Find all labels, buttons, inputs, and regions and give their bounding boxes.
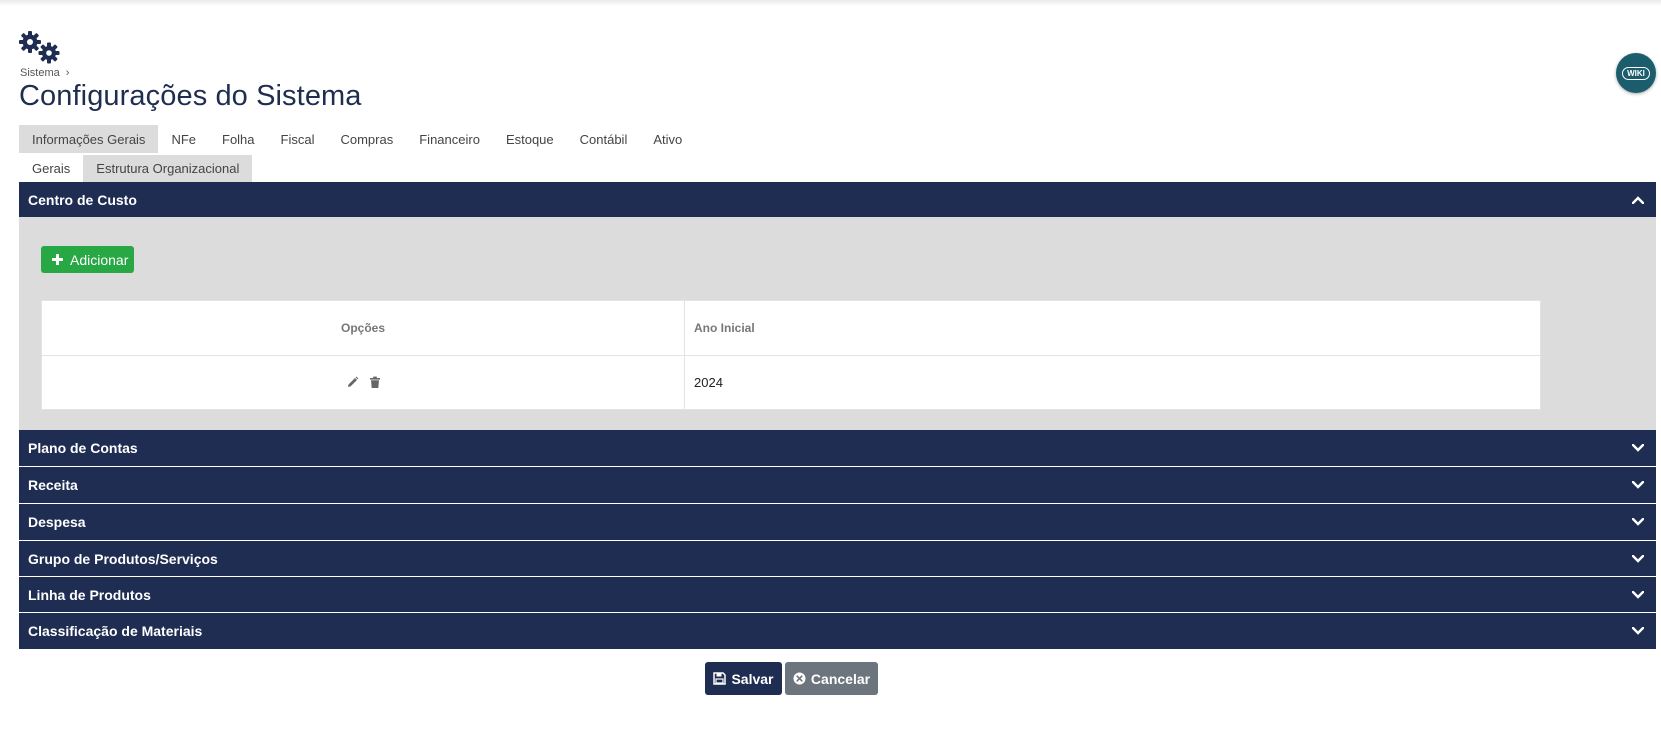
tab-folha[interactable]: Folha: [209, 125, 268, 153]
tab-estoque[interactable]: Estoque: [493, 125, 567, 153]
footer-actions: Salvar Cancelar: [705, 662, 878, 695]
accordion-title: Receita: [28, 477, 78, 493]
page-title: Configurações do Sistema: [19, 80, 362, 112]
gears-icon: [19, 31, 60, 64]
cancel-button[interactable]: Cancelar: [785, 662, 878, 695]
cell-ano-inicial: 2024: [694, 375, 723, 390]
accordion-despesa: Despesa: [19, 504, 1656, 540]
accordion-title: Grupo de Produtos/Serviços: [28, 550, 218, 567]
floppy-disk-icon: [713, 672, 727, 685]
accordion-plano-de-contas: Plano de Contas: [19, 430, 1656, 466]
add-button-label: Adicionar: [70, 251, 129, 268]
accordion-header-grupo[interactable]: Grupo de Produtos/Serviços: [19, 541, 1656, 576]
accordion-title: Linha de Produtos: [28, 586, 151, 603]
chevron-up-icon[interactable]: [1630, 192, 1646, 208]
accordion-header-plano-de-contas[interactable]: Plano de Contas: [19, 430, 1656, 466]
breadcrumb-sistema[interactable]: Sistema: [20, 67, 60, 79]
column-header-opcoes: Opções: [42, 301, 685, 355]
table-row: 2024: [42, 355, 1540, 409]
accordion-header-classificacao[interactable]: Classificação de Materiais: [19, 613, 1656, 649]
chevron-down-icon[interactable]: [1630, 551, 1646, 567]
main-tabs: Informações Gerais NFe Folha Fiscal Comp…: [19, 125, 695, 153]
row-options: [42, 356, 685, 409]
accordion-title: Despesa: [28, 514, 86, 530]
accordion-receita: Receita: [19, 467, 1656, 503]
breadcrumb: Sistema ›: [20, 67, 69, 79]
trash-icon[interactable]: [369, 376, 381, 389]
tab-informacoes-gerais[interactable]: Informações Gerais: [19, 125, 159, 153]
accordion-header-centro-de-custo[interactable]: Centro de Custo: [19, 182, 1656, 217]
add-button[interactable]: Adicionar: [41, 246, 134, 273]
tab-financeiro[interactable]: Financeiro: [406, 125, 493, 153]
accordion-grupo-de-produtos-servicos: Grupo de Produtos/Serviços: [19, 541, 1656, 576]
chevron-down-icon[interactable]: [1630, 587, 1646, 603]
save-button[interactable]: Salvar: [705, 662, 782, 695]
centro-custo-table: Opções Ano Inicial 2024: [41, 300, 1541, 410]
plus-icon: [52, 254, 63, 265]
table-header-row: Opções Ano Inicial: [42, 301, 1540, 355]
accordion-linha-de-produtos: Linha de Produtos: [19, 577, 1656, 612]
tab-gerais[interactable]: Gerais: [19, 155, 83, 182]
accordion-title: Classificação de Materiais: [28, 623, 203, 639]
top-shadow: [0, 0, 1661, 6]
accordion-title: Plano de Contas: [28, 440, 138, 456]
accordion-header-despesa[interactable]: Despesa: [19, 504, 1656, 540]
chevron-down-icon[interactable]: [1630, 440, 1646, 456]
accordion-centro-de-custo: Centro de Custo Adicionar Opções Ano Ini…: [19, 182, 1656, 430]
chevron-right-icon: ›: [65, 67, 70, 79]
chevron-down-icon[interactable]: [1630, 514, 1646, 530]
accordion-title: Centro de Custo: [28, 191, 137, 208]
tab-contabil[interactable]: Contábil: [567, 125, 641, 153]
sub-tabs: Gerais Estrutura Organizacional: [19, 155, 253, 182]
wiki-button[interactable]: WIKI: [1616, 53, 1656, 93]
tab-fiscal[interactable]: Fiscal: [268, 125, 328, 153]
pencil-icon[interactable]: [346, 376, 359, 389]
tab-nfe[interactable]: NFe: [158, 125, 209, 153]
wiki-label: WIKI: [1622, 66, 1650, 80]
cancel-button-label: Cancelar: [810, 670, 871, 687]
accordion-header-receita[interactable]: Receita: [19, 467, 1656, 503]
chevron-down-icon[interactable]: [1630, 477, 1646, 493]
close-circle-icon: [793, 672, 806, 685]
tab-estrutura-organizacional[interactable]: Estrutura Organizacional: [83, 155, 253, 182]
accordion-header-linha[interactable]: Linha de Produtos: [19, 577, 1656, 612]
accordion-classificacao-de-materiais: Classificação de Materiais: [19, 613, 1656, 649]
tab-compras[interactable]: Compras: [327, 125, 406, 153]
save-button-label: Salvar: [731, 670, 774, 687]
column-header-ano-inicial[interactable]: Ano Inicial: [685, 301, 1540, 355]
tab-ativo[interactable]: Ativo: [640, 125, 695, 153]
accordion-body-centro-de-custo: Adicionar Opções Ano Inicial 2024: [19, 217, 1656, 430]
chevron-down-icon[interactable]: [1630, 623, 1646, 639]
